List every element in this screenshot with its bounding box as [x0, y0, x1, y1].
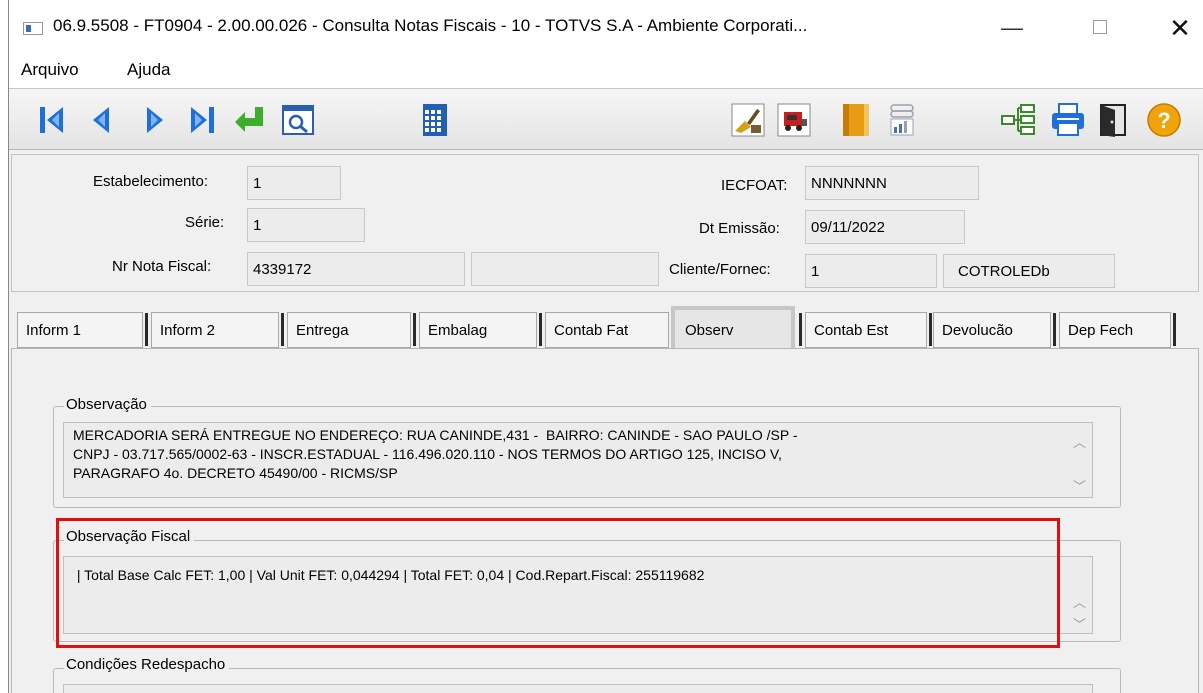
printer-button[interactable]: [1049, 101, 1087, 139]
nr-nota-fiscal-field[interactable]: 4339172: [247, 252, 465, 286]
tab-embalag[interactable]: Embalag: [419, 312, 537, 348]
scroll-up-icon[interactable]: ︿: [1073, 593, 1086, 612]
return-button[interactable]: [231, 101, 269, 139]
clean-button[interactable]: [729, 101, 767, 139]
tab-dep-fech[interactable]: Dep Fech: [1059, 312, 1171, 348]
exit-door-icon: [1100, 104, 1126, 137]
scroll-down-icon[interactable]: ﹀: [1073, 477, 1086, 496]
exit-door-button[interactable]: [1095, 101, 1133, 139]
iecfoat-field[interactable]: NNNNNNN: [805, 166, 979, 200]
next-record-icon: [147, 107, 163, 133]
tab-observ[interactable]: Observ: [671, 306, 795, 348]
book-icon: [843, 104, 869, 136]
scroll-up-icon[interactable]: ︿: [1073, 433, 1086, 452]
observacao-line-3: PARAGRAFO 4o. DECRETO 45490/00 - RICMS/S…: [73, 465, 398, 481]
tab-inform-2[interactable]: Inform 2: [151, 312, 279, 348]
observacao-line-1: MERCADORIA SERÁ ENTREGUE NO ENDEREÇO: RU…: [73, 427, 798, 443]
scroll-down-icon[interactable]: ﹀: [1073, 615, 1086, 633]
cliente-fornec-label: Cliente/Fornec:: [669, 261, 771, 278]
dt-emissao-label: Dt Emissão:: [699, 220, 780, 237]
menu-bar: Arquivo Ajuda: [9, 52, 1203, 88]
tab-separator: [1173, 313, 1176, 346]
window-title: 06.9.5508 - FT0904 - 2.00.00.026 - Consu…: [53, 16, 808, 35]
search-zoom-button[interactable]: [279, 101, 317, 139]
tab-separator: [413, 313, 416, 346]
chart-button[interactable]: [883, 101, 921, 139]
close-button[interactable]: ✕: [1157, 10, 1203, 46]
tab-separator: [929, 313, 932, 346]
last-record-button[interactable]: [183, 101, 221, 139]
maximize-icon: [1093, 20, 1107, 35]
first-record-icon: [40, 107, 63, 133]
tab-entrega[interactable]: Entrega: [287, 312, 411, 348]
first-record-button[interactable]: [33, 101, 71, 139]
estabelecimento-label: Estabelecimento:: [93, 173, 209, 190]
app-icon[interactable]: [23, 22, 43, 35]
observacao-textarea[interactable]: MERCADORIA SERÁ ENTREGUE NO ENDEREÇO: RU…: [63, 422, 1093, 498]
truck-icon: [777, 103, 811, 137]
serie-field[interactable]: 1: [247, 208, 365, 242]
previous-record-button[interactable]: [83, 101, 121, 139]
calendar-grid-button[interactable]: [415, 101, 453, 139]
truck-button[interactable]: [775, 101, 813, 139]
tab-devolucao[interactable]: Devolucão: [933, 312, 1051, 348]
previous-record-icon: [93, 107, 109, 133]
cliente-nome-field[interactable]: COTROLEDb: [943, 254, 1115, 288]
dt-emissao-field[interactable]: 09/11/2022: [805, 210, 965, 244]
clean-icon: [731, 103, 765, 137]
maximize-button[interactable]: [1077, 10, 1123, 46]
nr-nota-fiscal-label: Nr Nota Fiscal:: [112, 258, 212, 275]
next-record-button[interactable]: [135, 101, 173, 139]
return-icon: [235, 107, 263, 132]
observacao-title: Observação: [64, 396, 151, 413]
menu-ajuda[interactable]: Ajuda: [127, 60, 170, 80]
printer-icon: [1052, 103, 1084, 136]
toolbar: ?: [9, 88, 1203, 150]
svg-text:?: ?: [1157, 108, 1170, 133]
tab-contab-est[interactable]: Contab Est: [805, 312, 927, 348]
help-button[interactable]: ?: [1145, 101, 1183, 139]
help-icon: ?: [1147, 103, 1181, 137]
observacao-line-2: CNPJ - 03.717.565/0002-63 - INSCR.ESTADU…: [73, 446, 782, 462]
search-zoom-icon: [282, 105, 314, 135]
tab-separator: [1053, 313, 1056, 346]
nr-nota-fiscal-extra-field[interactable]: [471, 252, 659, 286]
tab-separator: [539, 313, 542, 346]
serie-label: Série:: [185, 214, 225, 231]
book-button[interactable]: [837, 101, 875, 139]
condicoes-redespacho-title: Condições Redespacho: [64, 656, 230, 673]
highlight-annotation: [56, 518, 1060, 648]
tab-separator: [799, 313, 802, 346]
minimize-button[interactable]: —: [989, 10, 1035, 46]
condicoes-redespacho-textarea[interactable]: [63, 684, 1093, 693]
tab-inform-1[interactable]: Inform 1: [17, 312, 143, 348]
tree-button[interactable]: [999, 101, 1037, 139]
tab-contab-fat[interactable]: Contab Fat: [545, 312, 669, 348]
tab-separator: [281, 313, 284, 346]
chart-icon: [890, 104, 914, 136]
tree-icon: [1001, 104, 1035, 135]
last-record-icon: [191, 107, 214, 133]
tab-separator: [145, 313, 148, 346]
calendar-grid-icon: [423, 104, 447, 136]
menu-arquivo[interactable]: Arquivo: [21, 60, 79, 80]
cliente-fornec-field[interactable]: 1: [805, 254, 937, 288]
estabelecimento-field[interactable]: 1: [247, 166, 341, 200]
iecfoat-label: IECFOAT:: [721, 177, 788, 194]
title-bar: 06.9.5508 - FT0904 - 2.00.00.026 - Consu…: [9, 0, 1203, 52]
